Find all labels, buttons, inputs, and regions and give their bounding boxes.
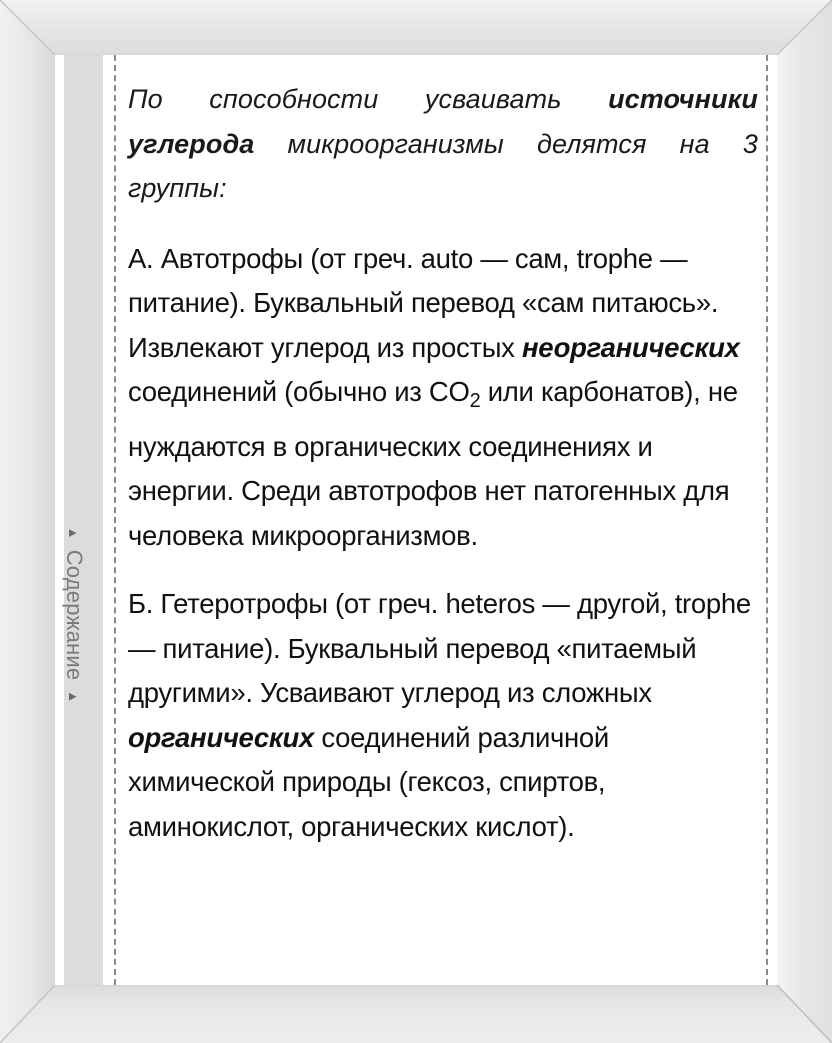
autotrophs-text: или карбонатов), не	[480, 376, 738, 407]
intro-text: По способности усваивать	[128, 84, 609, 114]
heterotrophs-text: Б. Гетеротрофы (от греч. heteros — друго…	[128, 588, 751, 708]
page-area: ▲ Содержание ▲ По способности усваивать …	[55, 55, 777, 985]
autotrophs-paragraph: А. Автотрофы (от греч. auto — сам, troph…	[128, 237, 758, 559]
co2-subscript: 2	[469, 390, 481, 412]
heterotrophs-emphasis: органических	[128, 721, 314, 753]
article-content: По способности усваивать источники углер…	[128, 77, 758, 873]
autotrophs-emphasis: неорганических	[521, 331, 740, 363]
dashed-margin-right	[766, 55, 768, 985]
frame-bottom-border	[0, 985, 832, 1043]
frame-right-border	[777, 0, 832, 1043]
frame-left-border	[0, 0, 55, 1043]
dashed-margin-left	[114, 55, 116, 985]
table-of-contents-label: Содержание	[62, 549, 87, 681]
heterotrophs-paragraph: Б. Гетеротрофы (от греч. heteros — друго…	[128, 582, 758, 849]
autotrophs-text: соединений (обычно из CO	[128, 376, 470, 407]
autotrophs-text: нуждаются в органических соединениях и э…	[128, 430, 730, 551]
table-of-contents-toggle[interactable]: ▲ Содержание ▲	[61, 527, 87, 704]
triangle-up-icon: ▲	[66, 690, 82, 704]
intro-paragraph: По способности усваивать источники углер…	[128, 77, 758, 211]
frame-top-border	[0, 0, 832, 55]
triangle-up-icon: ▲	[66, 526, 82, 540]
table-of-contents-sidebar[interactable]	[64, 55, 103, 985]
